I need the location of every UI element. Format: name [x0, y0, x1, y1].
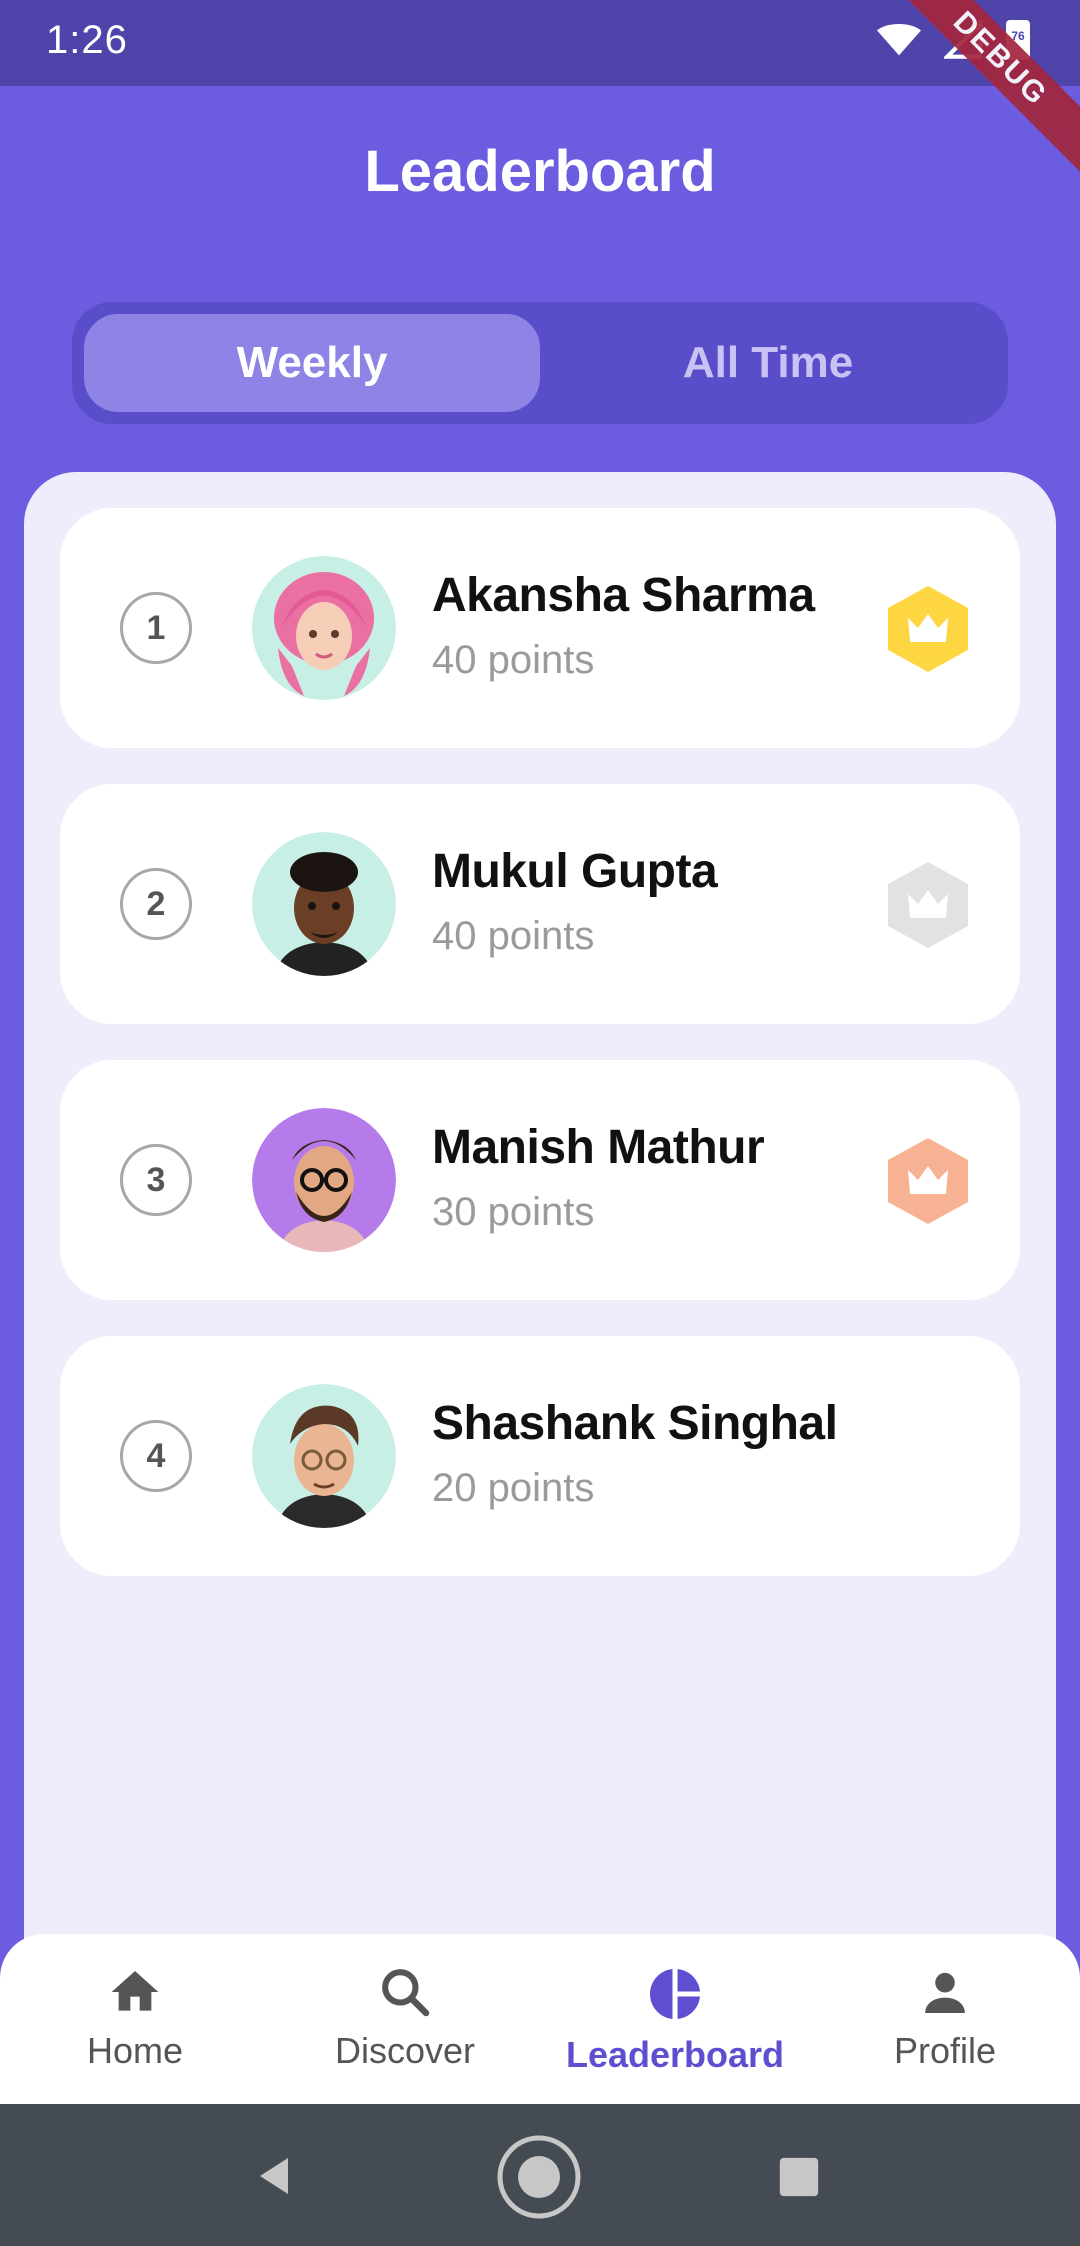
player-points: 20 points — [432, 1466, 595, 1510]
recents-icon[interactable] — [776, 2154, 822, 2200]
player-name: Manish Mathur — [432, 1121, 765, 1174]
bronze-crown-icon — [888, 1138, 968, 1224]
player-points: 30 points — [432, 1190, 595, 1234]
player-points: 40 points — [432, 638, 595, 682]
player-name: Mukul Gupta — [432, 845, 718, 898]
player-name: Shashank Singhal — [432, 1397, 838, 1450]
status-time: 1:26 — [46, 18, 128, 62]
avatar-illustration — [252, 556, 396, 700]
avatar — [252, 1384, 396, 1528]
tab-all-time[interactable]: All Time — [540, 314, 996, 412]
player-name: Akansha Sharma — [432, 569, 815, 622]
nav-home[interactable]: Home — [0, 1964, 270, 2072]
period-tabs: Weekly All Time — [72, 302, 1008, 424]
player-points: 40 points — [432, 914, 595, 958]
avatar — [252, 556, 396, 700]
rank-badge: 1 — [120, 592, 192, 664]
back-icon[interactable] — [252, 2152, 300, 2200]
nav-discover-label: Discover — [334, 2030, 476, 2071]
nav-discover[interactable]: Discover — [270, 1964, 540, 2072]
home-circle-icon[interactable] — [496, 2134, 582, 2220]
leaderboard-row[interactable]: 3 Manish Mathur 30 points — [60, 1060, 1020, 1300]
status-bar: 1:26 76 DEBUG — [0, 0, 1080, 182]
avatar — [252, 832, 396, 976]
nav-home-label: Home — [86, 2030, 184, 2071]
home-icon — [111, 1971, 159, 2011]
system-nav-bar — [0, 2104, 1080, 2246]
rank-badge: 4 — [120, 1420, 192, 1492]
wifi-icon — [876, 23, 922, 56]
nav-profile[interactable]: Profile — [810, 1964, 1080, 2072]
leaderboard-panel: 1 Akansha Sharma 40 points 2 Mukul Gupta… — [24, 472, 1056, 2032]
page-title: Leaderboard — [364, 139, 716, 204]
pie-chart-icon — [650, 1969, 700, 2019]
gold-crown-icon — [888, 586, 968, 672]
nav-profile-label: Profile — [893, 2030, 997, 2071]
nav-leaderboard-label: Leaderboard — [565, 2034, 785, 2075]
leaderboard-row[interactable]: 2 Mukul Gupta 40 points — [60, 784, 1020, 1024]
search-icon — [382, 1969, 430, 2017]
avatar-illustration — [252, 1384, 396, 1528]
leaderboard-row[interactable]: 4 Shashank Singhal 20 points — [60, 1336, 1020, 1576]
avatar-illustration — [252, 1108, 396, 1252]
nav-leaderboard[interactable]: Leaderboard — [540, 1964, 810, 2076]
bottom-nav: Home Discover Leaderboard Profile — [0, 1934, 1080, 2104]
avatar — [252, 1108, 396, 1252]
rank-badge: 2 — [120, 868, 192, 940]
avatar-illustration — [252, 832, 396, 976]
leaderboard-row[interactable]: 1 Akansha Sharma 40 points — [60, 508, 1020, 748]
silver-crown-icon — [888, 862, 968, 948]
tab-weekly[interactable]: Weekly — [84, 314, 540, 412]
person-icon — [925, 1972, 965, 2013]
rank-badge: 3 — [120, 1144, 192, 1216]
